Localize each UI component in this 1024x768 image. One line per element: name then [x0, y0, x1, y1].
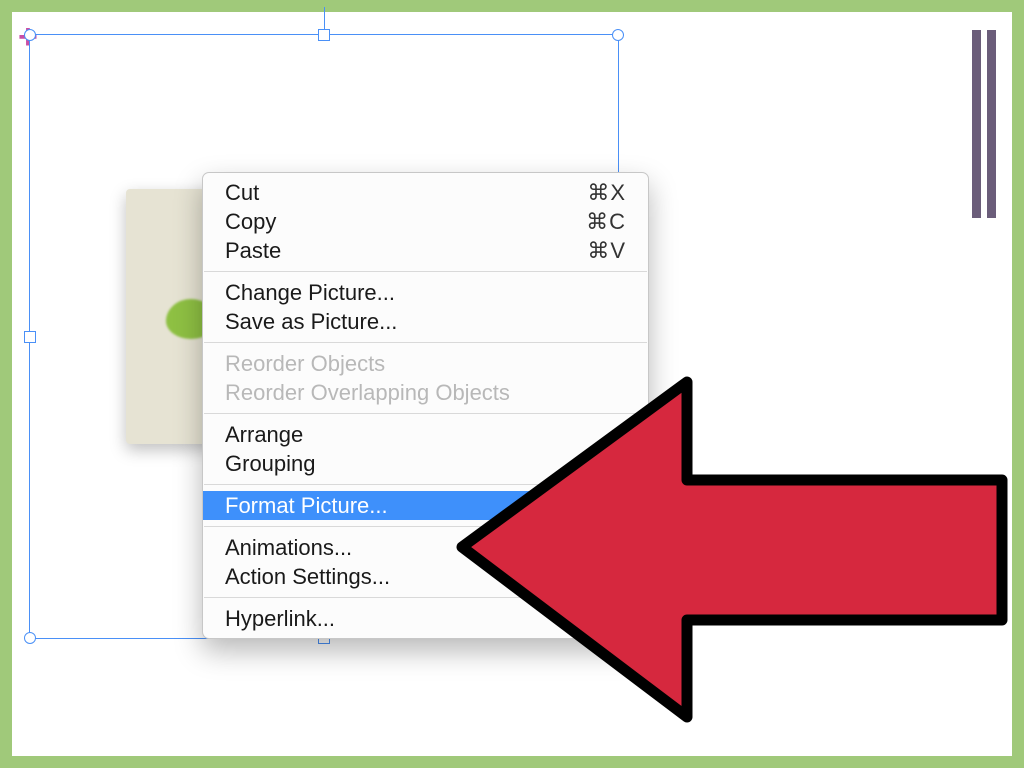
menu-separator — [204, 342, 647, 343]
menu-hyperlink-shortcut: ⌘K — [587, 606, 626, 632]
menu-hyperlink[interactable]: Hyperlink... ⌘K — [203, 604, 648, 633]
menu-action-settings-label: Action Settings... — [225, 564, 626, 590]
menu-save-as-picture[interactable]: Save as Picture... — [203, 307, 648, 336]
menu-copy[interactable]: Copy ⌘C — [203, 207, 648, 236]
menu-animations-label: Animations... — [225, 535, 626, 561]
resize-handle-tr[interactable] — [612, 29, 624, 41]
menu-paste[interactable]: Paste ⌘V — [203, 236, 648, 265]
resize-handle-bl[interactable] — [24, 632, 36, 644]
menu-paste-label: Paste — [225, 238, 587, 264]
resize-handle-tl[interactable] — [24, 29, 36, 41]
menu-change-picture[interactable]: Change Picture... — [203, 278, 648, 307]
context-menu: Cut ⌘X Copy ⌘C Paste ⌘V Change Picture..… — [202, 172, 649, 639]
menu-separator — [204, 597, 647, 598]
menu-reorder-objects: Reorder Objects — [203, 349, 648, 378]
menu-hyperlink-label: Hyperlink... — [225, 606, 587, 632]
menu-reorder-objects-label: Reorder Objects — [225, 351, 626, 377]
side-bar — [987, 30, 996, 218]
rotation-stem — [324, 7, 325, 29]
menu-separator — [204, 484, 647, 485]
menu-grouping-label: Grouping — [225, 451, 626, 477]
menu-action-settings[interactable]: Action Settings... — [203, 562, 648, 591]
menu-copy-shortcut: ⌘C — [586, 209, 626, 235]
right-side-bars — [972, 30, 996, 218]
slide-canvas[interactable]: + Cut ⌘X Copy ⌘C Paste ⌘V Change Picture… — [12, 12, 1012, 756]
menu-reorder-overlapping-objects-label: Reorder Overlapping Objects — [225, 380, 626, 406]
menu-cut-label: Cut — [225, 180, 587, 206]
submenu-arrow-icon: ▶ — [615, 426, 626, 443]
menu-separator — [204, 413, 647, 414]
menu-separator — [204, 526, 647, 527]
menu-paste-shortcut: ⌘V — [587, 238, 626, 264]
side-bar — [972, 30, 981, 218]
menu-save-as-picture-label: Save as Picture... — [225, 309, 626, 335]
menu-change-picture-label: Change Picture... — [225, 280, 626, 306]
resize-handle-ml[interactable] — [24, 331, 36, 343]
menu-grouping[interactable]: Grouping — [203, 449, 648, 478]
menu-arrange-label: Arrange — [225, 422, 605, 448]
menu-separator — [204, 271, 647, 272]
menu-format-picture[interactable]: Format Picture... — [203, 491, 648, 520]
menu-copy-label: Copy — [225, 209, 586, 235]
menu-animations[interactable]: Animations... — [203, 533, 648, 562]
menu-cut[interactable]: Cut ⌘X — [203, 178, 648, 207]
resize-handle-tc[interactable] — [318, 29, 330, 41]
menu-arrange[interactable]: Arrange ▶ — [203, 420, 648, 449]
menu-reorder-overlapping-objects: Reorder Overlapping Objects — [203, 378, 648, 407]
menu-cut-shortcut: ⌘X — [587, 180, 626, 206]
menu-format-picture-label: Format Picture... — [225, 493, 626, 519]
